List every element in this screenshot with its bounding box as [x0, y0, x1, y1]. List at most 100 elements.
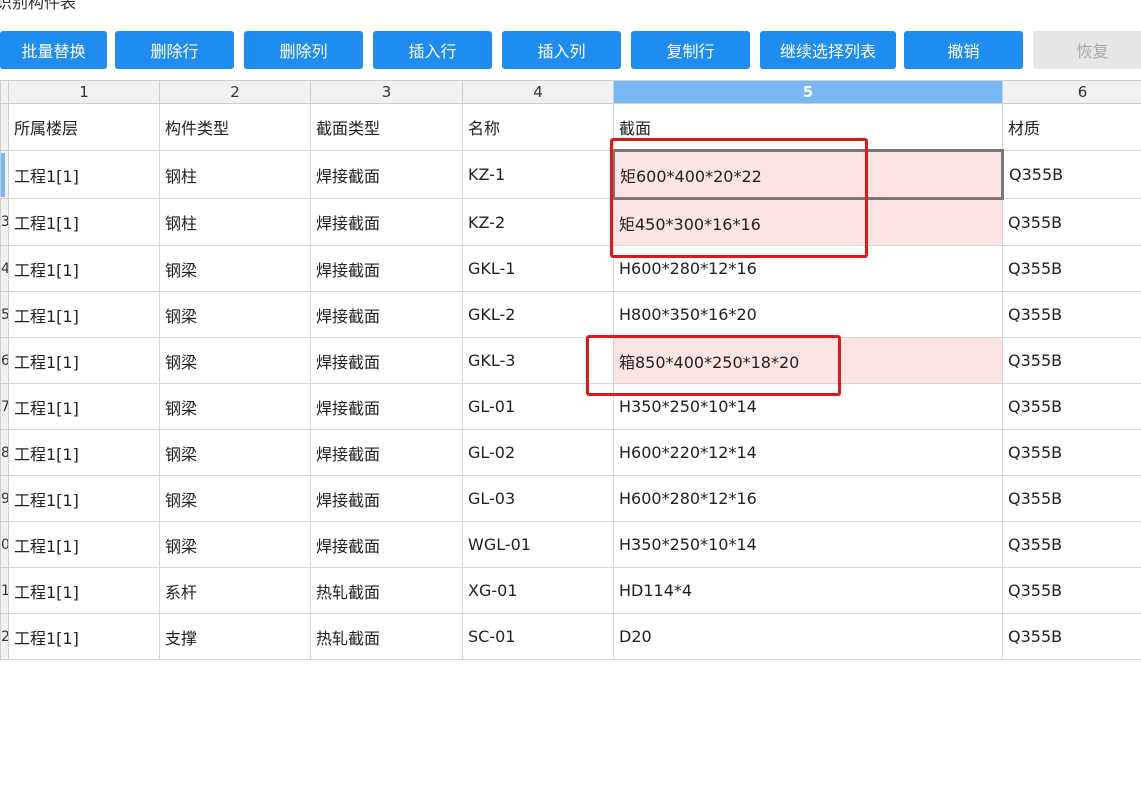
corner-cell[interactable] — [0, 80, 9, 104]
cell-name[interactable]: GL-02 — [462, 429, 614, 476]
column-number-6[interactable]: 6 — [1002, 80, 1141, 104]
cell-material[interactable]: Q355B — [1002, 150, 1141, 199]
cell-component-type[interactable]: 钢梁 — [159, 291, 311, 338]
cell-floor[interactable]: 工程1[1] — [8, 613, 160, 660]
cell-material[interactable]: Q355B — [1002, 198, 1141, 246]
undo-button[interactable]: 撤销 — [904, 31, 1023, 69]
cell-section[interactable]: 矩450*300*16*16 — [613, 198, 1003, 246]
header-section-type[interactable]: 截面类型 — [310, 103, 463, 151]
column-number-3[interactable]: 3 — [310, 80, 463, 104]
cell-section[interactable]: H350*250*10*14 — [613, 383, 1003, 430]
cell-component-type[interactable]: 钢梁 — [159, 521, 311, 568]
cell-section-type[interactable]: 焊接截面 — [310, 291, 463, 338]
cell-name[interactable]: KZ-1 — [462, 150, 614, 199]
cell-section-type[interactable]: 焊接截面 — [310, 475, 463, 522]
cell-section-type[interactable]: 焊接截面 — [310, 150, 463, 199]
cell-name[interactable]: GL-01 — [462, 383, 614, 430]
cell-section[interactable]: 矩600*400*20*22 — [612, 149, 1004, 200]
insert-row-button[interactable]: 插入行 — [373, 31, 492, 69]
cell-section-type[interactable]: 焊接截面 — [310, 198, 463, 246]
column-number-1[interactable]: 1 — [8, 80, 160, 104]
row-number[interactable] — [0, 103, 9, 151]
row-number[interactable]: 3 — [0, 198, 9, 246]
delete-row-button[interactable]: 删除行 — [115, 31, 234, 69]
cell-section[interactable]: H600*280*12*16 — [613, 245, 1003, 292]
cell-material[interactable]: Q355B — [1002, 521, 1141, 568]
row-number[interactable]: 2 — [0, 613, 9, 660]
row-number[interactable]: 6 — [0, 337, 9, 384]
cell-component-type[interactable]: 钢梁 — [159, 245, 311, 292]
row-number[interactable]: 9 — [0, 475, 9, 522]
cell-name[interactable]: GKL-2 — [462, 291, 614, 338]
cell-section-type[interactable]: 焊接截面 — [310, 383, 463, 430]
cell-section-type[interactable]: 焊接截面 — [310, 521, 463, 568]
cell-floor[interactable]: 工程1[1] — [8, 150, 160, 199]
cell-name[interactable]: SC-01 — [462, 613, 614, 660]
cell-section[interactable]: H350*250*10*14 — [613, 521, 1003, 568]
cell-component-type[interactable]: 钢梁 — [159, 475, 311, 522]
cell-name[interactable]: GL-03 — [462, 475, 614, 522]
row-number[interactable]: 0 — [0, 521, 9, 568]
column-number-5[interactable]: 5 — [613, 80, 1003, 104]
cell-material[interactable]: Q355B — [1002, 613, 1141, 660]
cell-component-type[interactable]: 钢梁 — [159, 383, 311, 430]
header-floor[interactable]: 所属楼层 — [8, 103, 160, 151]
header-component-type[interactable]: 构件类型 — [159, 103, 311, 151]
cell-section-type[interactable]: 焊接截面 — [310, 429, 463, 476]
cell-material[interactable]: Q355B — [1002, 337, 1141, 384]
row-number[interactable]: 1 — [0, 567, 9, 614]
cell-material[interactable]: Q355B — [1002, 475, 1141, 522]
row-number[interactable]: 5 — [0, 291, 9, 338]
cell-section[interactable]: H600*280*12*16 — [613, 475, 1003, 522]
cell-name[interactable]: KZ-2 — [462, 198, 614, 246]
cell-component-type[interactable]: 钢柱 — [159, 150, 311, 199]
copy-row-button[interactable]: 复制行 — [631, 31, 750, 69]
cell-material[interactable]: Q355B — [1002, 245, 1141, 292]
cell-material[interactable]: Q355B — [1002, 291, 1141, 338]
cell-floor[interactable]: 工程1[1] — [8, 521, 160, 568]
cell-section-type[interactable]: 焊接截面 — [310, 245, 463, 292]
cell-section[interactable]: 箱850*400*250*18*20 — [613, 337, 1003, 384]
cell-floor[interactable]: 工程1[1] — [8, 198, 160, 246]
cell-material[interactable]: Q355B — [1002, 429, 1141, 476]
cell-component-type[interactable]: 钢柱 — [159, 198, 311, 246]
cell-name[interactable]: GKL-1 — [462, 245, 614, 292]
cell-floor[interactable]: 工程1[1] — [8, 475, 160, 522]
header-section[interactable]: 截面 — [613, 103, 1003, 151]
cell-floor[interactable]: 工程1[1] — [8, 429, 160, 476]
cell-component-type[interactable]: 钢梁 — [159, 337, 311, 384]
header-name[interactable]: 名称 — [462, 103, 614, 151]
cell-name[interactable]: XG-01 — [462, 567, 614, 614]
continue-select-list-button[interactable]: 继续选择列表 — [760, 31, 896, 69]
cell-material[interactable]: Q355B — [1002, 567, 1141, 614]
cell-floor[interactable]: 工程1[1] — [8, 337, 160, 384]
cell-section-type[interactable]: 热轧截面 — [310, 567, 463, 614]
cell-section[interactable]: HD114*4 — [613, 567, 1003, 614]
cell-section-type[interactable]: 焊接截面 — [310, 337, 463, 384]
insert-column-button[interactable]: 插入列 — [502, 31, 621, 69]
cell-floor[interactable]: 工程1[1] — [8, 245, 160, 292]
cell-section-type[interactable]: 热轧截面 — [310, 613, 463, 660]
cell-name[interactable]: WGL-01 — [462, 521, 614, 568]
cell-floor[interactable]: 工程1[1] — [8, 383, 160, 430]
cell-material[interactable]: Q355B — [1002, 383, 1141, 430]
batch-replace-button[interactable]: 批量替换 — [0, 31, 107, 69]
row-number[interactable]: 4 — [0, 245, 9, 292]
row-number[interactable]: 8 — [0, 429, 9, 476]
cell-section[interactable]: H600*220*12*14 — [613, 429, 1003, 476]
cell-floor[interactable]: 工程1[1] — [8, 291, 160, 338]
cell-component-type[interactable]: 系杆 — [159, 567, 311, 614]
column-number-4[interactable]: 4 — [462, 80, 614, 104]
cell-component-type[interactable]: 钢梁 — [159, 429, 311, 476]
delete-column-button[interactable]: 删除列 — [244, 31, 363, 69]
cell-component-type[interactable]: 支撑 — [159, 613, 311, 660]
cell-section[interactable]: H800*350*16*20 — [613, 291, 1003, 338]
cell-section[interactable]: D20 — [613, 613, 1003, 660]
cell-floor[interactable]: 工程1[1] — [8, 567, 160, 614]
column-number-2[interactable]: 2 — [159, 80, 311, 104]
row-number[interactable]: 7 — [0, 383, 9, 430]
cell-name[interactable]: GKL-3 — [462, 337, 614, 384]
header-material[interactable]: 材质 — [1002, 103, 1141, 151]
row-number[interactable] — [0, 150, 9, 199]
redo-button[interactable]: 恢复 — [1033, 31, 1141, 69]
